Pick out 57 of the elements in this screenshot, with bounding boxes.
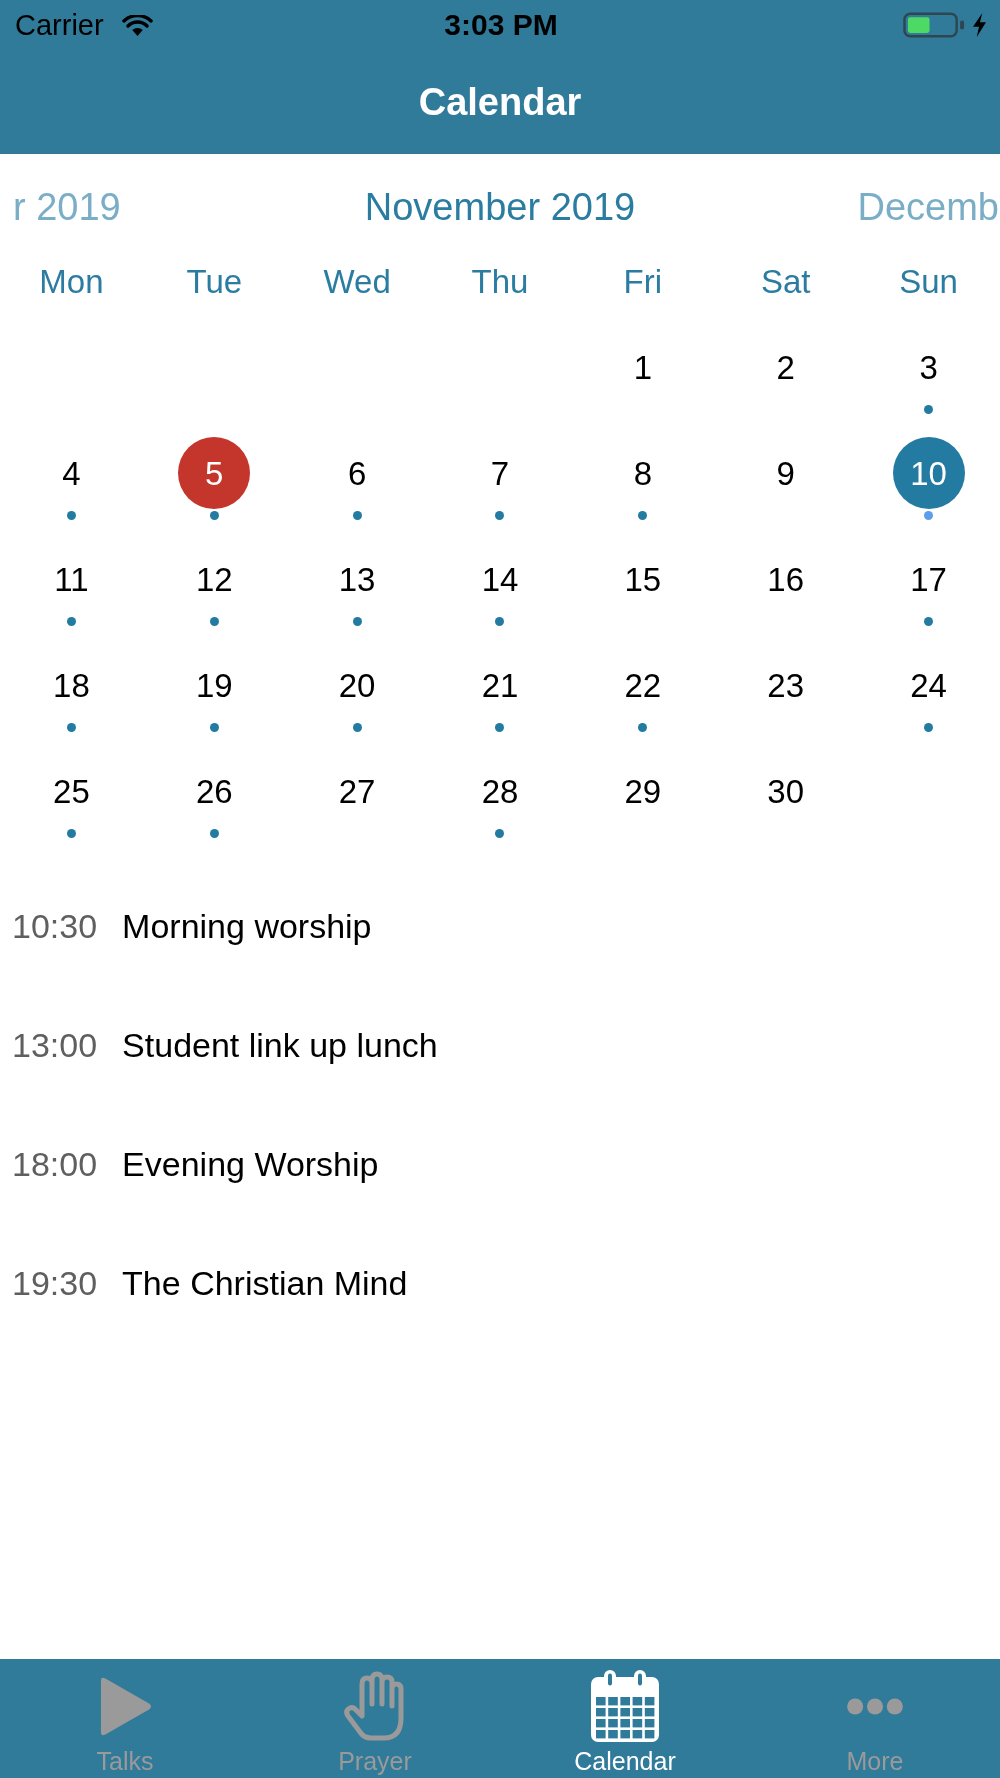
calendar-day[interactable]: 19: [195, 668, 233, 702]
calendar-day[interactable]: 4: [62, 456, 81, 490]
event-title[interactable]: Student link up lunch: [122, 1027, 438, 1062]
calendar-day[interactable]: 7: [490, 456, 510, 490]
more-icon: [846, 1697, 904, 1715]
nav-title: Calendar: [418, 83, 582, 121]
calendar-icon: [591, 1670, 659, 1742]
event-time: 19:30: [12, 1265, 98, 1300]
event-time: 13:00: [12, 1027, 98, 1062]
calendar-day[interactable]: 27: [338, 774, 376, 808]
calendar-day[interactable]: 14: [481, 562, 519, 596]
month-label: Decemb: [857, 188, 1000, 226]
weekday-label: Tue: [186, 264, 243, 298]
month-label: r 2019: [12, 188, 121, 226]
event-title[interactable]: Morning worship: [122, 908, 372, 943]
calendar-day[interactable]: 9: [776, 456, 795, 490]
weekday-label: Sun: [899, 264, 958, 298]
charging-bolt-icon: [972, 13, 987, 37]
calendar-day[interactable]: 3: [919, 350, 938, 384]
calendar-day[interactable]: 13: [338, 562, 376, 596]
calendar-day[interactable]: 29: [624, 774, 662, 808]
calendar-day[interactable]: 8: [633, 456, 652, 490]
calendar-day[interactable]: 25: [53, 774, 90, 808]
event-time: 10:30: [12, 908, 98, 943]
calendar-day[interactable]: 1: [633, 350, 652, 384]
calendar-day[interactable]: 28: [481, 774, 519, 808]
tab-bar-item[interactable]: Calendar: [574, 1659, 676, 1775]
calendar-day[interactable]: 22: [624, 668, 662, 702]
calendar-day[interactable]: 2: [776, 350, 795, 384]
carrier-label: Carrier: [15, 10, 104, 40]
calendar-day[interactable]: 23: [767, 668, 805, 702]
weekday-label: Thu: [471, 264, 529, 298]
calendar-day[interactable]: 16: [767, 562, 805, 596]
calendar-day[interactable]: 15: [624, 562, 662, 596]
weekday-label: Fri: [623, 264, 663, 298]
calendar-day[interactable]: 10: [892, 437, 965, 509]
calendar-day[interactable]: 26: [195, 774, 233, 808]
calendar-day[interactable]: 11: [54, 562, 89, 596]
month-label: November 2019: [364, 188, 636, 226]
status-time: 3:03 PM: [444, 10, 558, 40]
calendar-day[interactable]: 21: [481, 668, 519, 702]
event-title[interactable]: Evening Worship: [122, 1146, 379, 1181]
weekday-label: Mon: [39, 264, 104, 298]
calendar-day[interactable]: 18: [53, 668, 90, 702]
calendar-day[interactable]: 24: [910, 668, 947, 702]
weekday-label: Sat: [760, 264, 811, 298]
calendar-day[interactable]: 5: [178, 437, 251, 509]
calendar-day[interactable]: 30: [767, 774, 805, 808]
calendar-day[interactable]: 6: [347, 456, 367, 490]
calendar-day[interactable]: 12: [195, 562, 233, 596]
calendar-day[interactable]: 17: [910, 562, 947, 596]
wifi-icon: [121, 14, 153, 36]
event-time: 18:00: [12, 1146, 98, 1181]
weekday-label: Wed: [323, 264, 391, 298]
battery-icon: [903, 12, 966, 38]
event-title[interactable]: The Christian Mind: [122, 1265, 408, 1300]
calendar-day[interactable]: 20: [338, 668, 376, 702]
